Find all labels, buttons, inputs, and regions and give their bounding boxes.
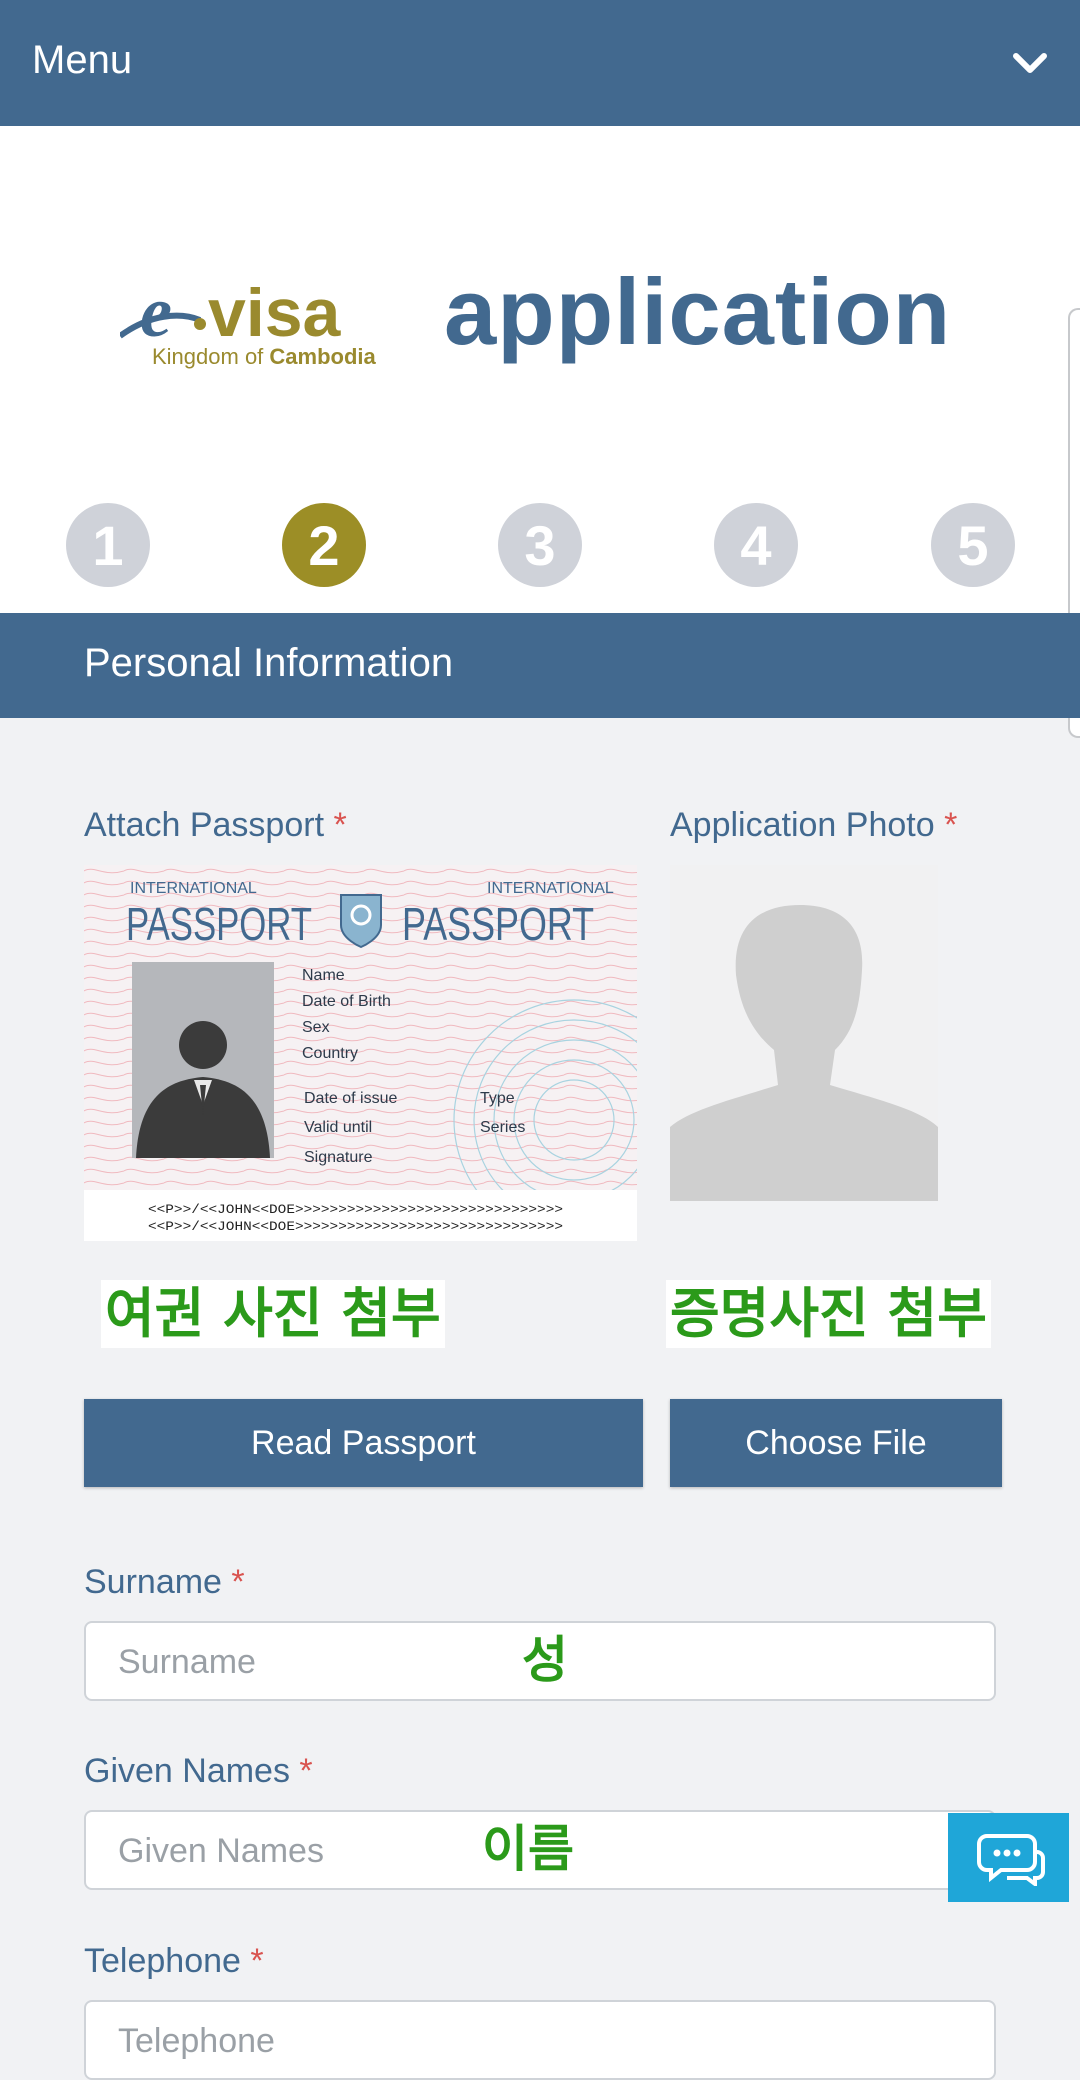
section-title: Personal Information <box>84 641 454 685</box>
svg-text:<<P>>/<<JOHN<<DOE>>>>>>>>>>>>>: <<P>>/<<JOHN<<DOE>>>>>>>>>>>>>>>>>>>>>>>… <box>148 1219 563 1234</box>
svg-text:Series: Series <box>480 1119 525 1136</box>
given-names-placeholder: Given Names <box>118 1832 324 1870</box>
section-header: Personal Information <box>0 613 1080 718</box>
svg-text:Name: Name <box>302 967 345 984</box>
svg-text:PASSPORT: PASSPORT <box>402 898 594 950</box>
logo-subtitle: Kingdom of Cambodia <box>152 344 376 369</box>
svg-text:Signature: Signature <box>304 1149 373 1166</box>
svg-text:Date of Birth: Date of Birth <box>302 993 391 1010</box>
step-3[interactable]: 3 <box>498 503 582 587</box>
svg-text:Sex: Sex <box>302 1019 330 1036</box>
svg-text:Type: Type <box>480 1090 515 1107</box>
telephone-placeholder: Telephone <box>118 2022 275 2060</box>
chevron-down-icon[interactable] <box>1010 44 1050 84</box>
svg-text:visa: visa <box>208 275 342 351</box>
svg-text:<<P>>/<<JOHN<<DOE>>>>>>>>>>>>>: <<P>>/<<JOHN<<DOE>>>>>>>>>>>>>>>>>>>>>>>… <box>148 1202 563 1217</box>
page-title: application <box>444 259 952 364</box>
surname-note-kr: 성 <box>522 1631 568 1689</box>
step-4[interactable]: 4 <box>714 503 798 587</box>
svg-text:PASSPORT: PASSPORT <box>126 898 312 950</box>
photo-placeholder-image[interactable] <box>670 865 938 1201</box>
telephone-label: Telephone * <box>84 1942 264 1980</box>
svg-text:Date of issue: Date of issue <box>304 1090 397 1107</box>
step-1[interactable]: 1 <box>66 503 150 587</box>
application-photo-label: Application Photo * <box>670 806 958 844</box>
svg-text:INTERNATIONAL: INTERNATIONAL <box>130 880 257 897</box>
top-menu-bar[interactable]: Menu <box>0 0 1080 126</box>
passport-note-kr: 여권 사진 첨부 <box>101 1280 445 1348</box>
chat-button[interactable] <box>948 1813 1069 1902</box>
svg-text:e: e <box>140 272 172 352</box>
svg-text:Valid until: Valid until <box>304 1119 372 1136</box>
photo-note-kr: 증명사진 첨부 <box>666 1280 991 1348</box>
given-names-note-kr: 이름 <box>482 1820 574 1878</box>
menu-label[interactable]: Menu <box>32 38 132 83</box>
read-passport-button[interactable]: Read Passport <box>84 1399 643 1487</box>
telephone-input[interactable]: Telephone <box>84 2000 996 2080</box>
given-names-label: Given Names * <box>84 1752 313 1790</box>
passport-sample-image[interactable]: INTERNATIONAL INTERNATIONAL PASSPORT PAS… <box>84 865 637 1241</box>
svg-text:Country: Country <box>302 1045 358 1062</box>
step-5[interactable]: 5 <box>931 503 1015 587</box>
surname-label: Surname * <box>84 1563 245 1601</box>
svg-text:INTERNATIONAL: INTERNATIONAL <box>487 880 614 897</box>
step-2-active[interactable]: 2 <box>282 503 366 587</box>
choose-file-button[interactable]: Choose File <box>670 1399 1002 1487</box>
chat-bubbles-icon <box>976 1833 1045 1886</box>
attach-passport-label: Attach Passport * <box>84 806 347 844</box>
surname-placeholder: Surname <box>118 1643 256 1681</box>
